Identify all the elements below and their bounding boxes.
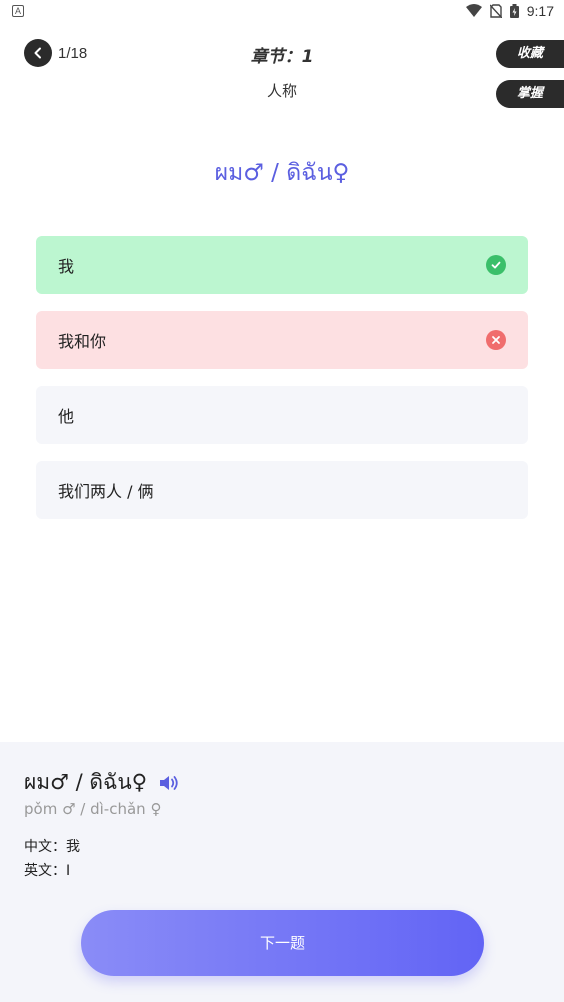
chapter-title: 章节：1: [250, 47, 314, 67]
status-bar: A 9:17: [0, 0, 564, 24]
question-word: ผม♂ / ดิฉัน♀: [214, 160, 350, 186]
option-label: 我们两人 / 俩: [58, 482, 154, 501]
detail-word: ผม♂ / ดิฉัน♀: [24, 770, 148, 794]
mastered-button[interactable]: 掌握: [496, 80, 564, 108]
option-label: 他: [58, 407, 75, 426]
check-icon: [486, 255, 506, 275]
status-time: 9:17: [526, 3, 554, 19]
english-meaning: 英文：I: [24, 863, 71, 879]
answer-option[interactable]: 我们两人 / 俩: [36, 461, 528, 519]
answer-option-wrong[interactable]: 我和你: [36, 311, 528, 369]
option-label: 我: [58, 257, 75, 276]
romanization: pǒm ♂ / dì-chǎn ♀: [24, 800, 162, 818]
no-sim-icon: [489, 4, 502, 18]
next-question-button[interactable]: 下一题: [81, 910, 484, 976]
a-icon: A: [12, 5, 24, 17]
option-label: 我和你: [58, 332, 107, 351]
favorite-button[interactable]: 收藏: [496, 40, 564, 68]
answer-option-correct[interactable]: 我: [36, 236, 528, 294]
status-icons: 9:17: [465, 3, 554, 19]
detail-word-row: ผม♂ / ดิฉัน♀: [24, 766, 179, 799]
speaker-icon[interactable]: [159, 774, 179, 792]
chinese-meaning: 中文：我: [24, 839, 80, 855]
header: 1/18 章节：1 人称 收藏 掌握: [0, 30, 564, 110]
chapter-subtitle: 人称: [266, 82, 297, 100]
close-icon: [486, 330, 506, 350]
answer-option[interactable]: 他: [36, 386, 528, 444]
wifi-icon: [465, 4, 482, 18]
answer-options: 我 我和你 他 我们两人 / 俩: [36, 236, 528, 536]
battery-icon: [509, 4, 519, 18]
